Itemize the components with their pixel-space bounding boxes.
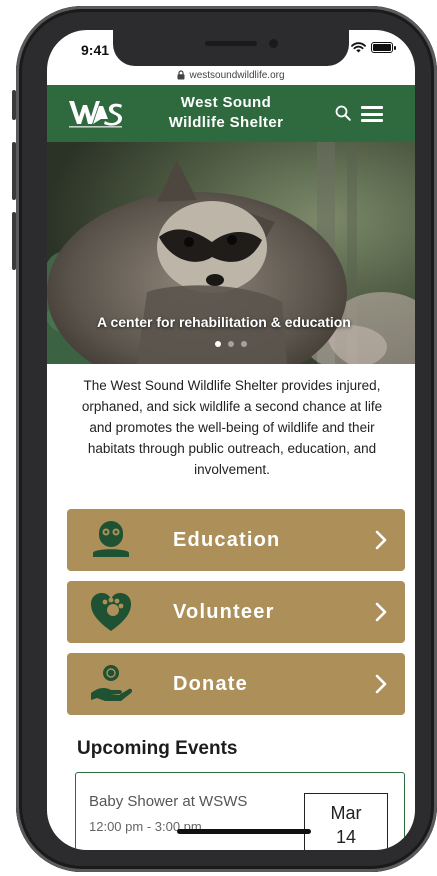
search-icon[interactable] xyxy=(335,105,351,121)
home-indicator[interactable] xyxy=(177,829,311,834)
lock-icon xyxy=(177,70,185,80)
status-time: 9:41 xyxy=(81,42,110,58)
hero-carousel[interactable]: A center for rehabilitation & education xyxy=(47,142,415,364)
shelter-logo-icon[interactable] xyxy=(67,97,125,129)
volunteer-button[interactable]: Volunteer xyxy=(67,581,405,643)
hand-coin-icon xyxy=(91,665,133,701)
speaker xyxy=(205,41,257,46)
education-label: Education xyxy=(173,529,281,551)
url-bar[interactable]: westsoundwildlife.org xyxy=(47,66,415,84)
volunteer-label: Volunteer xyxy=(173,601,275,623)
site-title-line1: West Sound xyxy=(180,94,272,111)
mission-statement: The West Sound Wildlife Shelter provides… xyxy=(81,378,383,477)
url-text: westsoundwildlife.org xyxy=(189,69,285,81)
phone-screen: 9:41 westsoundwildlife.org West Sound Wi… xyxy=(47,30,415,850)
site-title[interactable]: West Sound Wildlife Shelter xyxy=(151,93,301,133)
hero-caption: A center for rehabilitation & education xyxy=(97,314,351,330)
owl-icon xyxy=(93,521,129,557)
chevron-right-icon xyxy=(375,602,387,622)
carousel-dots xyxy=(47,341,415,347)
carousel-dot[interactable] xyxy=(241,341,247,347)
silent-switch xyxy=(12,90,16,120)
battery-icon xyxy=(371,42,396,53)
hamburger-menu-icon[interactable] xyxy=(361,106,383,122)
carousel-dot[interactable] xyxy=(215,341,221,347)
raccoon-photo xyxy=(47,142,415,364)
front-camera xyxy=(269,39,278,48)
chevron-right-icon xyxy=(375,674,387,694)
donate-button[interactable]: Donate xyxy=(67,653,405,715)
notch xyxy=(113,30,349,66)
heart-icon xyxy=(91,593,131,631)
event-day: 14 xyxy=(335,827,357,847)
wifi-icon xyxy=(351,42,366,53)
site-header: West Sound Wildlife Shelter xyxy=(47,85,415,142)
upcoming-events-heading: Upcoming Events xyxy=(77,738,238,759)
event-title[interactable]: Baby Shower at WSWS xyxy=(89,793,247,810)
event-date-badge: Mar 14 xyxy=(304,793,388,850)
event-month: Mar xyxy=(330,803,362,823)
carousel-dot[interactable] xyxy=(228,341,234,347)
education-button[interactable]: Education xyxy=(67,509,405,571)
site-title-line2: Wildlife Shelter xyxy=(168,114,284,131)
volume-down-button xyxy=(12,212,16,270)
donate-label: Donate xyxy=(173,673,248,695)
volume-up-button xyxy=(12,142,16,200)
event-card[interactable]: Baby Shower at WSWS 12:00 pm - 3:00 pm M… xyxy=(75,772,405,850)
chevron-right-icon xyxy=(375,530,387,550)
